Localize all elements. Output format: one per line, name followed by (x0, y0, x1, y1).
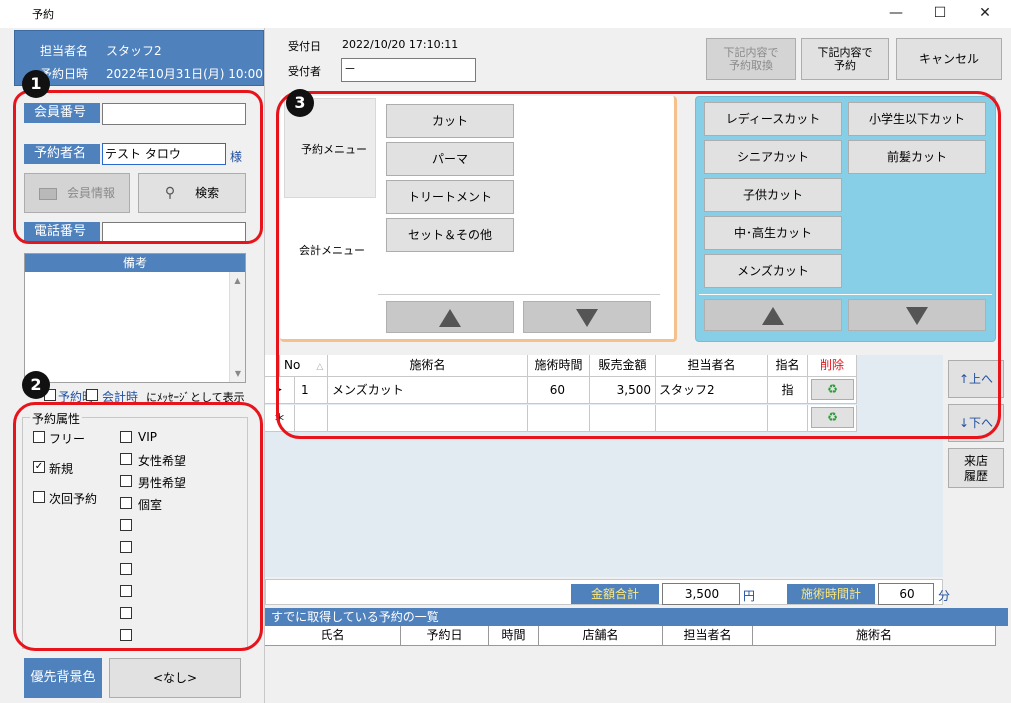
staff-label: 担当者名 (40, 44, 89, 58)
amount-total-field: 3,500 (662, 583, 740, 605)
annotation-ring-3 (276, 91, 1001, 439)
reception-date-label: 受付日 (288, 40, 321, 53)
annotation-ring-2 (13, 402, 263, 651)
priority-color-button[interactable]: <なし> (109, 658, 241, 698)
annotation-ring-1 (13, 90, 263, 244)
existing-header-time[interactable]: 時間 (489, 626, 539, 646)
existing-header-date[interactable]: 予約日 (401, 626, 489, 646)
remarks-title: 備考 (25, 254, 245, 272)
time-total-field: 60 (878, 583, 934, 605)
remarks-scrollbar[interactable]: ▲ ▼ (229, 272, 245, 382)
reception-person-label: 受付者 (288, 65, 321, 78)
amount-unit: 円 (743, 589, 756, 603)
annotation-badge-1: 1 (22, 70, 50, 98)
date-value: 2022年10月31日(月) 10:00 (106, 67, 263, 81)
close-button[interactable]: ✕ (962, 0, 1008, 28)
existing-list-title: すでに取得している予約の一覧 (265, 608, 1008, 626)
existing-header-staff[interactable]: 担当者名 (663, 626, 753, 646)
existing-header-store[interactable]: 店舗名 (539, 626, 663, 646)
amount-total-label: 金額合計 (571, 584, 659, 604)
minimize-button[interactable]: — (873, 0, 919, 28)
appointment-header: 担当者名 スタッフ2 予約日時 2022年10月31日(月) 10:00 (14, 30, 264, 86)
existing-header-treatment[interactable]: 施術名 (753, 626, 996, 646)
scroll-up-icon[interactable]: ▲ (230, 276, 245, 285)
visit-history-button[interactable]: 来店 履歴 (948, 448, 1004, 488)
cancel-button[interactable]: キャンセル (896, 38, 1002, 80)
annotation-badge-2: 2 (22, 371, 50, 399)
title-bar: 予約 — ☐ ✕ (0, 0, 1011, 28)
reservation-window: 予約 — ☐ ✕ 担当者名 スタッフ2 予約日時 2022年10月31日(月) … (0, 0, 1011, 703)
window-title: 予約 (32, 8, 54, 21)
remarks-box: 備考 ▲ ▼ (24, 253, 246, 383)
existing-header-name[interactable]: 氏名 (265, 626, 401, 646)
time-total-label: 施術時間計 (787, 584, 875, 604)
reception-date-value: 2022/10/20 17:10:11 (342, 38, 459, 51)
msg-account-checkbox[interactable] (86, 389, 98, 401)
priority-color-label: 優先背景色 (24, 658, 102, 698)
reception-person-field[interactable]: － (341, 58, 476, 82)
staff-value: スタッフ2 (106, 44, 162, 58)
scroll-down-icon[interactable]: ▼ (230, 369, 246, 378)
maximize-button[interactable]: ☐ (917, 0, 963, 28)
time-unit: 分 (938, 589, 951, 603)
reserve-button[interactable]: 下記内容で 予約 (801, 38, 889, 80)
annotation-badge-3: 3 (286, 89, 314, 117)
remarks-textarea[interactable] (27, 274, 227, 380)
replace-reservation-button[interactable]: 下記内容で 予約取換 (706, 38, 796, 80)
